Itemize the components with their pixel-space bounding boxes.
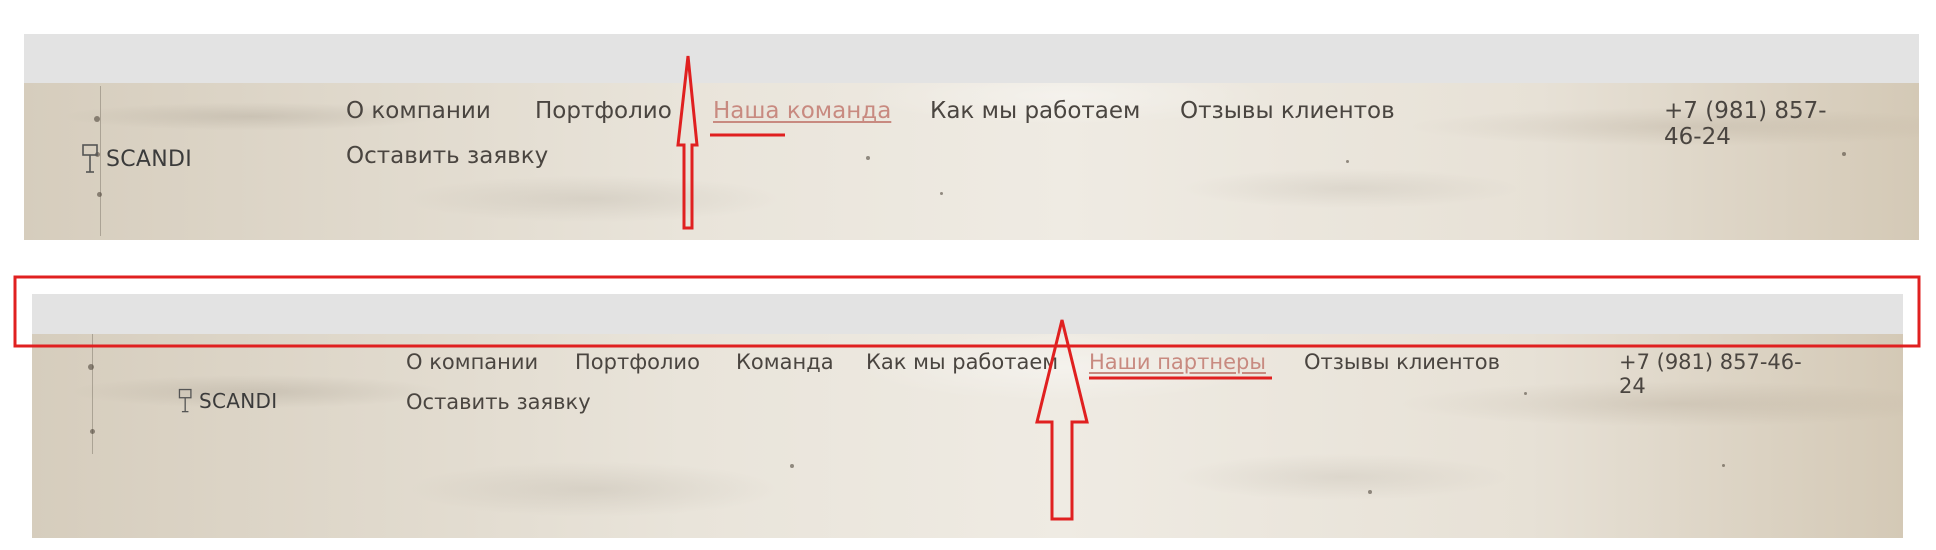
wall-speck	[866, 156, 870, 160]
top-gray-bar	[32, 294, 1903, 334]
nav-team[interactable]: Команда	[736, 350, 834, 374]
wall-speck	[88, 364, 94, 370]
lamp-icon	[82, 144, 98, 173]
wall-speck	[1722, 464, 1725, 467]
wall-speck	[940, 192, 943, 195]
wall-speck	[1346, 160, 1349, 163]
nav-leave-request[interactable]: Оставить заявку	[346, 143, 548, 169]
wall-speck	[1842, 152, 1846, 156]
nav-about[interactable]: О компании	[346, 98, 491, 124]
wall-speck	[97, 192, 102, 197]
scandi-logo[interactable]: SCANDI	[177, 388, 277, 414]
wall-speck	[790, 464, 794, 468]
wall-speck	[90, 429, 95, 434]
screenshot-top: SCANDI О компании Портфолио Наша команда…	[24, 34, 1919, 240]
nav-reviews[interactable]: Отзывы клиентов	[1180, 98, 1395, 124]
nav-portfolio[interactable]: Портфолио	[575, 350, 700, 374]
wall-speck	[1368, 490, 1372, 494]
wall-crack	[92, 334, 93, 454]
top-gray-bar	[24, 34, 1919, 83]
nav-portfolio[interactable]: Портфолио	[535, 98, 672, 124]
phone-number[interactable]: +7 (981) 857-46-24	[1664, 98, 1864, 151]
nav-leave-request[interactable]: Оставить заявку	[406, 390, 591, 414]
scandi-logo[interactable]: SCANDI	[80, 144, 192, 174]
nav-about[interactable]: О компании	[406, 350, 538, 374]
logo-text: SCANDI	[106, 146, 193, 172]
nav-our-team[interactable]: Наша команда	[713, 98, 891, 124]
lamp-icon	[178, 388, 192, 413]
logo-text: SCANDI	[199, 389, 278, 413]
wall-speck	[94, 116, 100, 122]
nav-partners[interactable]: Наши партнеры	[1089, 350, 1266, 374]
screenshot-bottom: SCANDI О компании Портфолио Команда Как …	[32, 294, 1903, 538]
phone-number[interactable]: +7 (981) 857-46-24	[1619, 350, 1804, 398]
nav-how-we-work[interactable]: Как мы работаем	[866, 350, 1058, 374]
nav-reviews[interactable]: Отзывы клиентов	[1304, 350, 1500, 374]
wall-speck	[1524, 392, 1527, 395]
nav-how-we-work[interactable]: Как мы работаем	[930, 98, 1140, 124]
